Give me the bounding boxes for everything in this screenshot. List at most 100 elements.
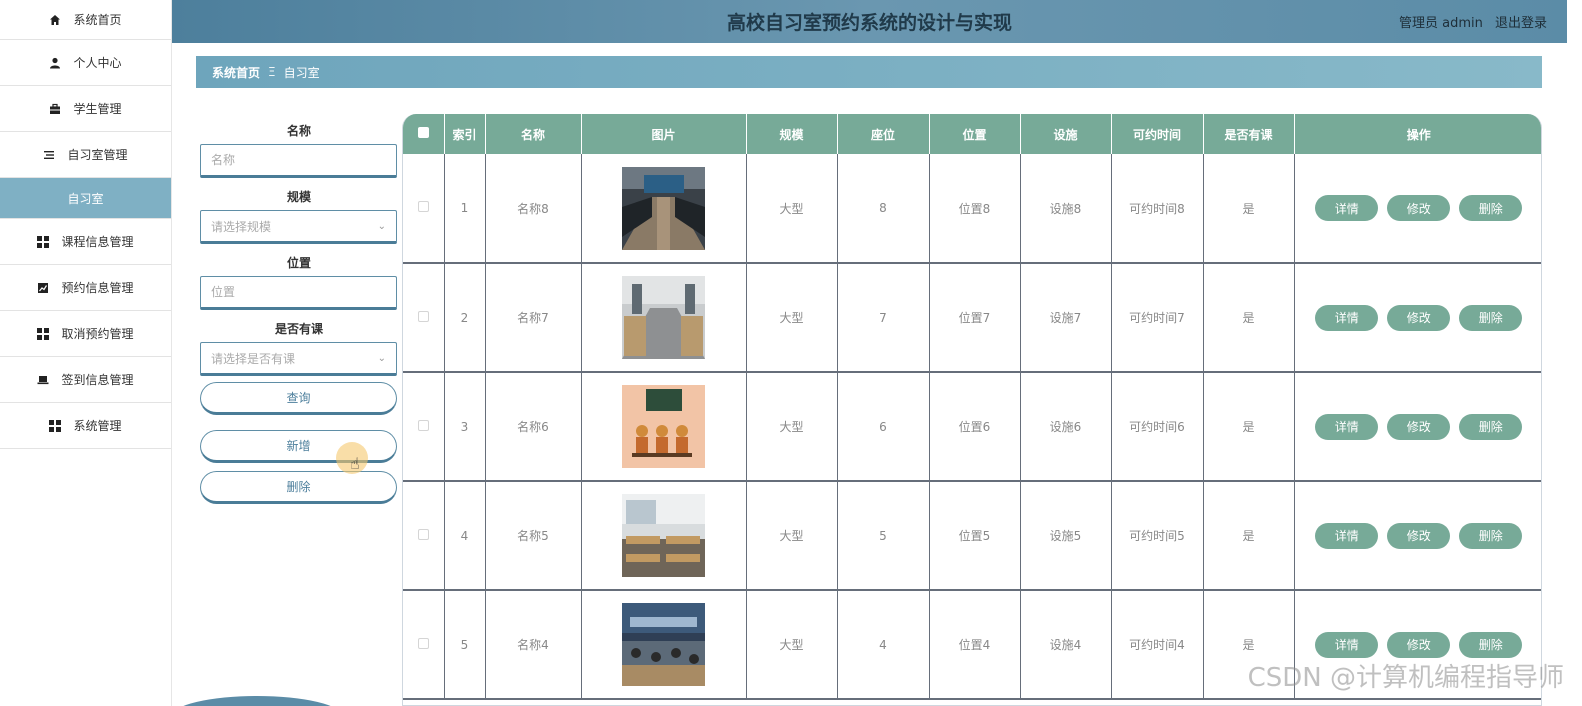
- sidebar-item-room-management[interactable]: 自习室管理: [0, 132, 171, 178]
- sidebar-item-label: 系统管理: [73, 419, 122, 433]
- location-input[interactable]: [200, 276, 397, 310]
- row-checkbox[interactable]: [417, 637, 429, 649]
- column-header: 名称: [485, 114, 582, 154]
- sidebar-item-system[interactable]: 系统管理: [0, 403, 171, 449]
- sidebar-item-label: 个人中心: [73, 56, 122, 70]
- delete-button[interactable]: 删除: [1459, 631, 1523, 658]
- cell-has-class: 是: [1203, 154, 1295, 264]
- cell-time: 可约时间6: [1111, 372, 1204, 482]
- scale-select-placeholder: 请选择规模: [211, 219, 272, 234]
- grid-icon: [37, 327, 50, 340]
- row-checkbox[interactable]: [417, 419, 429, 431]
- batch-delete-button[interactable]: 删除: [200, 471, 397, 504]
- cell-index: 3: [444, 372, 486, 482]
- briefcase-icon: [49, 103, 61, 115]
- cell-has-class: 是: [1203, 481, 1295, 591]
- sidebar-item-label: 系统首页: [73, 13, 122, 27]
- sidebar-item-label: 自习室: [67, 191, 104, 206]
- cell-time: 可约时间4: [1111, 590, 1204, 700]
- delete-button[interactable]: 删除: [1459, 522, 1523, 549]
- table-row: 3 名称6 大型 6 位置6 设施6 可约时间6 是 详情 修改 删除: [403, 372, 1541, 482]
- edit-button[interactable]: 修改: [1387, 195, 1451, 221]
- scale-select[interactable]: 请选择规模 ⌄: [200, 210, 397, 244]
- delete-button[interactable]: 删除: [1459, 413, 1523, 440]
- edit-button[interactable]: 修改: [1387, 413, 1451, 440]
- sidebar-item-label: 签到信息管理: [61, 373, 134, 387]
- column-header: 操作: [1406, 127, 1431, 142]
- cell-image: [581, 481, 747, 591]
- name-input[interactable]: [200, 144, 397, 178]
- name-label: 名称: [286, 124, 311, 138]
- sidebar-item-home[interactable]: 系统首页: [0, 0, 171, 40]
- cell-scale: 大型: [746, 263, 838, 373]
- query-button[interactable]: 查询: [200, 382, 397, 415]
- cell-name: 名称4: [485, 590, 582, 700]
- breadcrumb-current: 自习室: [283, 65, 320, 80]
- row-checkbox[interactable]: [417, 528, 429, 540]
- laptop-icon: [37, 374, 49, 386]
- user-area: 管理员 admin 退出登录: [1391, 12, 1547, 31]
- detail-button[interactable]: 详情: [1315, 304, 1379, 331]
- detail-button[interactable]: 详情: [1315, 413, 1379, 440]
- hand-cursor-icon: ☝: [350, 454, 360, 473]
- column-header: 可约时间: [1111, 114, 1204, 154]
- chevron-down-icon: ⌄: [377, 220, 386, 232]
- cell-location: 位置5: [929, 481, 1021, 591]
- grid-icon: [49, 419, 62, 432]
- sidebar-item-cancellations[interactable]: 取消预约管理: [0, 311, 171, 357]
- row-checkbox[interactable]: [417, 201, 429, 212]
- column-header: 图片: [581, 114, 747, 154]
- logout-link[interactable]: 退出登录: [1495, 16, 1547, 31]
- cell-has-class: 是: [1203, 263, 1295, 373]
- sidebar-item-checkins[interactable]: 签到信息管理: [0, 357, 171, 403]
- detail-button[interactable]: 详情: [1315, 195, 1379, 221]
- detail-button[interactable]: 详情: [1315, 631, 1379, 658]
- detail-button[interactable]: 详情: [1315, 522, 1379, 549]
- delete-button[interactable]: 删除: [1459, 195, 1523, 221]
- app: 系统首页 个人中心 学生管理 自习室管理 自习室 课程信息管理 预约信息管理 取…: [0, 0, 1582, 706]
- cell-facility: 设施4: [1020, 590, 1112, 700]
- table-header-row: 索引 名称 图片 规模 座位 位置 设施 可约时间 是否有课 操作: [403, 114, 1541, 154]
- edit-button[interactable]: 修改: [1387, 304, 1451, 331]
- delete-button[interactable]: 删除: [1459, 304, 1523, 331]
- cell-seats: 6: [837, 372, 930, 482]
- cell-name: 名称7: [485, 263, 582, 373]
- select-all-checkbox[interactable]: [417, 127, 429, 138]
- cell-seats: 7: [837, 263, 930, 373]
- sidebar-item-label: 课程信息管理: [61, 235, 134, 249]
- row-checkbox[interactable]: [417, 310, 429, 322]
- grid-icon: [37, 235, 50, 248]
- cell-seats: 4: [837, 590, 930, 700]
- breadcrumb-home[interactable]: 系统首页: [212, 64, 260, 81]
- chart-icon: [37, 282, 49, 294]
- edit-button[interactable]: 修改: [1387, 631, 1451, 658]
- column-header: 位置: [929, 114, 1021, 154]
- chevron-down-icon: ⌄: [377, 352, 386, 364]
- location-label: 位置: [286, 256, 311, 270]
- sidebar-item-courses[interactable]: 课程信息管理: [0, 219, 171, 265]
- has-class-select-placeholder: 请选择是否有课: [211, 351, 296, 366]
- cell-image: [581, 590, 747, 700]
- study-room-photo: [622, 276, 705, 359]
- cell-name: 名称6: [485, 372, 582, 482]
- decorative-curve: [172, 696, 342, 706]
- study-room-photo: [622, 494, 705, 577]
- sidebar-subitem-study-room[interactable]: 自习室: [0, 178, 171, 219]
- cell-image: [581, 372, 747, 482]
- has-class-label: 是否有课: [274, 322, 323, 336]
- data-table: 索引 名称 图片 规模 座位 位置 设施 可约时间 是否有课 操作 1 名称8 …: [402, 114, 1542, 706]
- cell-actions: 详情 修改 删除: [1294, 154, 1541, 264]
- cell-facility: 设施7: [1020, 263, 1112, 373]
- cell-location: 位置4: [929, 590, 1021, 700]
- sidebar-item-profile[interactable]: 个人中心: [0, 40, 171, 86]
- cell-index: 2: [444, 263, 486, 373]
- edit-button[interactable]: 修改: [1387, 522, 1451, 549]
- has-class-select[interactable]: 请选择是否有课 ⌄: [200, 342, 397, 376]
- cell-facility: 设施6: [1020, 372, 1112, 482]
- sidebar-item-label: 学生管理: [73, 102, 122, 116]
- sidebar-item-reservations[interactable]: 预约信息管理: [0, 265, 171, 311]
- sidebar-item-students[interactable]: 学生管理: [0, 86, 171, 132]
- cell-time: 可约时间7: [1111, 263, 1204, 373]
- cell-actions: 详情 修改 删除: [1294, 372, 1541, 482]
- study-room-poster: [622, 385, 705, 468]
